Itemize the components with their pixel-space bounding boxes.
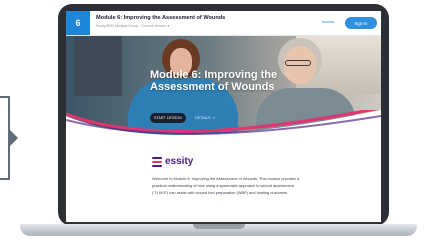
hero-title: Module 6: Improving the Assessment of Wo… xyxy=(150,69,278,93)
decorative-wave xyxy=(66,110,381,144)
background-shelf xyxy=(74,36,122,96)
essity-wordmark: essity xyxy=(165,156,194,167)
sign-in-button[interactable]: Sign In xyxy=(345,17,377,29)
laptop-screen: 6 Module 6: Improving the Assessment of … xyxy=(66,11,381,222)
glasses-icon xyxy=(285,60,311,66)
access-link[interactable]: Access xyxy=(322,20,334,24)
essity-logo: essity xyxy=(152,156,193,167)
pointer-arrow-icon xyxy=(8,128,18,148)
course-title: Module 6: Improving the Assessment of Wo… xyxy=(96,15,226,21)
module-description: Welcome to Module 6: Improving the Asses… xyxy=(152,176,300,195)
laptop-notch xyxy=(193,224,245,229)
course-header: 6 Module 6: Improving the Assessment of … xyxy=(66,11,381,36)
course-logo[interactable]: 6 xyxy=(66,11,90,35)
essity-logo-icon xyxy=(152,156,162,167)
course-subtitle[interactable]: Essity/BSN Medical Group · Current Versi… xyxy=(96,24,169,28)
